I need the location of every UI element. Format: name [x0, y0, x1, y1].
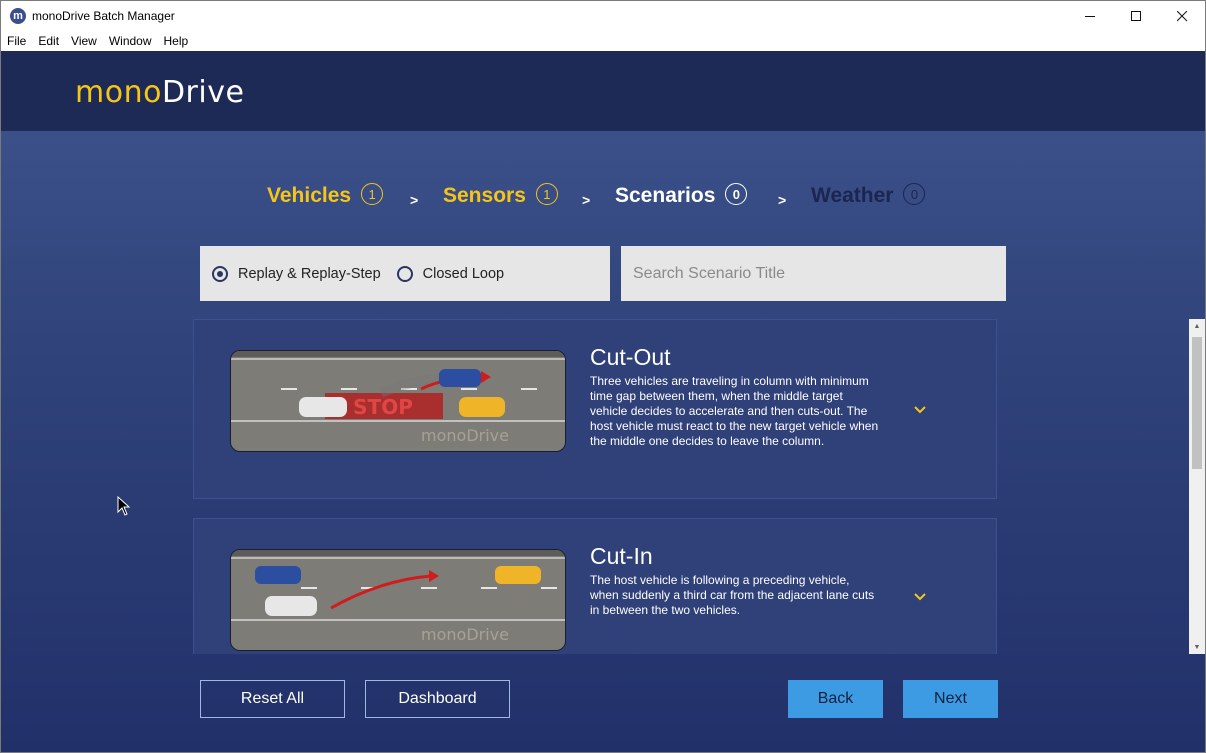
chevron-down-icon[interactable] — [912, 402, 928, 418]
step-scenarios-count: 0 — [725, 183, 748, 205]
scenario-thumbnail: STOP monoDrive — [230, 350, 566, 452]
step-sensors-count: 1 — [535, 183, 558, 205]
radio-replay-label: Replay & Replay-Step — [238, 265, 381, 282]
maximize-icon — [1130, 10, 1141, 21]
radio-checked-icon — [212, 265, 228, 282]
dashboard-button[interactable]: Dashboard — [365, 680, 510, 718]
step-separator: > — [410, 192, 419, 208]
scenario-list: STOP monoDrive Cut-Out Three vehicles ar… — [193, 319, 999, 654]
mouse-cursor-icon — [117, 496, 131, 516]
radio-closed-loop[interactable]: Closed Loop — [396, 265, 505, 282]
maximize-button[interactable] — [1113, 1, 1159, 31]
app-content: monoDrive Vehicles 1 > Sensors 1 > Scena… — [1, 51, 1205, 752]
scenario-thumbnail: monoDrive — [230, 549, 566, 651]
menu-edit[interactable]: Edit — [32, 34, 65, 48]
scenario-list-scrollbar[interactable]: ▲ ▼ — [1189, 319, 1205, 654]
minimize-button[interactable] — [1067, 1, 1113, 31]
step-weather-label: Weather — [811, 184, 894, 207]
step-separator: > — [778, 192, 787, 208]
menu-bar: File Edit View Window Help — [1, 31, 1205, 51]
scenario-card[interactable]: monoDrive Cut-In The host vehicle is fol… — [193, 518, 997, 654]
next-button[interactable]: Next — [903, 680, 998, 718]
close-icon — [1176, 10, 1187, 21]
scenario-description: The host vehicle is following a precedin… — [590, 573, 875, 617]
menu-view[interactable]: View — [65, 34, 103, 48]
scroll-up-icon[interactable]: ▲ — [1189, 319, 1205, 333]
thumbnail-watermark: monoDrive — [421, 426, 509, 445]
title-bar[interactable]: m monoDrive Batch Manager — [1, 1, 1205, 31]
step-weather-count: 0 — [903, 183, 926, 205]
thumbnail-watermark: monoDrive — [421, 625, 509, 644]
app-header: monoDrive — [1, 51, 1205, 131]
logo-drive-text: Drive — [161, 75, 245, 110]
close-button[interactable] — [1159, 1, 1205, 31]
step-scenarios-label: Scenarios — [615, 184, 716, 207]
menu-window[interactable]: Window — [103, 34, 158, 48]
radio-replay[interactable]: Replay & Replay-Step — [212, 265, 381, 282]
menu-file[interactable]: File — [1, 34, 32, 48]
window-title: monoDrive Batch Manager — [32, 9, 175, 23]
menu-help[interactable]: Help — [158, 34, 195, 48]
app-window: m monoDrive Batch Manager File Edit View… — [0, 0, 1206, 753]
radio-unchecked-icon — [396, 265, 413, 282]
monodrive-logo: monoDrive — [75, 75, 244, 110]
app-logo-icon: m — [10, 8, 26, 24]
window-controls — [1067, 1, 1205, 31]
step-vehicles[interactable]: Vehicles 1 — [267, 183, 384, 208]
scenario-title: Cut-In — [590, 543, 653, 569]
step-scenarios[interactable]: Scenarios 0 — [615, 183, 748, 208]
back-button[interactable]: Back — [788, 680, 883, 718]
search-scenario-input[interactable] — [621, 246, 1006, 301]
scenario-title: Cut-Out — [590, 344, 671, 370]
radio-closed-loop-label: Closed Loop — [422, 265, 505, 282]
step-wizard: Vehicles 1 > Sensors 1 > Scenarios 0 > W… — [1, 183, 1205, 214]
step-separator: > — [582, 192, 591, 208]
reset-all-button[interactable]: Reset All — [200, 680, 345, 718]
scenario-description: Three vehicles are traveling in column w… — [590, 374, 879, 448]
scenario-card[interactable]: STOP monoDrive Cut-Out Three vehicles ar… — [193, 319, 997, 499]
scroll-down-icon[interactable]: ▼ — [1189, 640, 1205, 654]
step-sensors-label: Sensors — [443, 184, 526, 207]
stop-road-marking: STOP — [353, 395, 413, 419]
minimize-icon — [1084, 15, 1095, 17]
step-vehicles-count: 1 — [361, 183, 384, 205]
step-sensors[interactable]: Sensors 1 — [443, 183, 558, 208]
step-weather[interactable]: Weather 0 — [811, 183, 926, 208]
logo-mono-text: mono — [75, 75, 162, 110]
scrollbar-thumb[interactable] — [1192, 337, 1202, 469]
scenario-type-filter: Replay & Replay-Step Closed Loop — [200, 246, 610, 301]
step-vehicles-label: Vehicles — [267, 184, 352, 207]
chevron-down-icon[interactable] — [912, 589, 928, 605]
